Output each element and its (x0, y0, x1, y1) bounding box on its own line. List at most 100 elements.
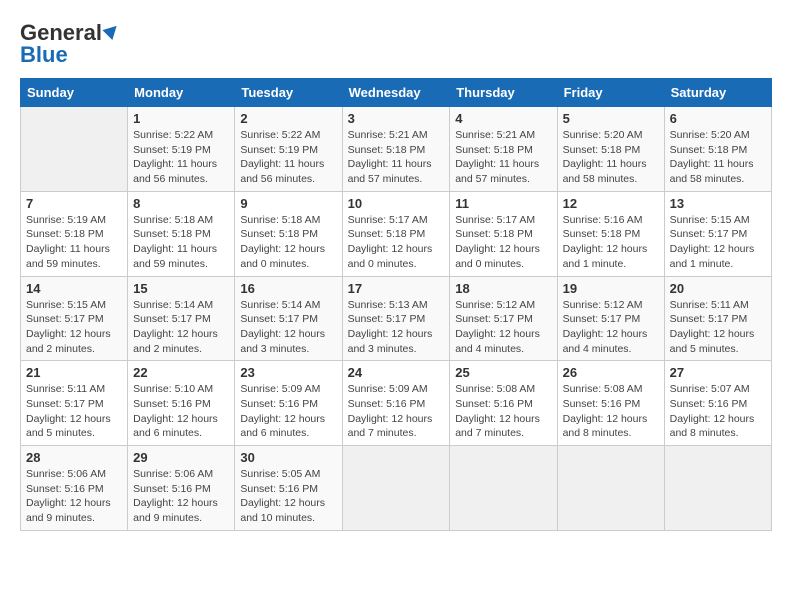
day-info: Sunrise: 5:11 AMSunset: 5:17 PMDaylight:… (670, 298, 766, 357)
day-number: 28 (26, 450, 122, 465)
day-number: 5 (563, 111, 659, 126)
calendar-cell: 22 Sunrise: 5:10 AMSunset: 5:16 PMDayligh… (128, 361, 235, 446)
calendar-cell: 26 Sunrise: 5:08 AMSunset: 5:16 PMDayligh… (557, 361, 664, 446)
calendar-cell: 16 Sunrise: 5:14 AMSunset: 5:17 PMDayligh… (235, 276, 342, 361)
column-header-wednesday: Wednesday (342, 79, 450, 107)
day-info: Sunrise: 5:09 AMSunset: 5:16 PMDaylight:… (348, 382, 445, 441)
calendar-cell: 29 Sunrise: 5:06 AMSunset: 5:16 PMDayligh… (128, 446, 235, 531)
logo: General Blue (20, 20, 119, 68)
day-number: 1 (133, 111, 229, 126)
day-number: 29 (133, 450, 229, 465)
day-number: 17 (348, 281, 445, 296)
day-info: Sunrise: 5:08 AMSunset: 5:16 PMDaylight:… (455, 382, 551, 441)
day-info: Sunrise: 5:15 AMSunset: 5:17 PMDaylight:… (26, 298, 122, 357)
calendar-cell: 11 Sunrise: 5:17 AMSunset: 5:18 PMDayligh… (450, 191, 557, 276)
day-number: 24 (348, 365, 445, 380)
day-info: Sunrise: 5:19 AMSunset: 5:18 PMDaylight:… (26, 213, 122, 272)
day-info: Sunrise: 5:21 AMSunset: 5:18 PMDaylight:… (348, 128, 445, 187)
calendar-cell: 18 Sunrise: 5:12 AMSunset: 5:17 PMDayligh… (450, 276, 557, 361)
day-info: Sunrise: 5:20 AMSunset: 5:18 PMDaylight:… (670, 128, 766, 187)
calendar-cell: 27 Sunrise: 5:07 AMSunset: 5:16 PMDayligh… (664, 361, 771, 446)
day-number: 7 (26, 196, 122, 211)
day-info: Sunrise: 5:18 AMSunset: 5:18 PMDaylight:… (240, 213, 336, 272)
calendar-cell: 2 Sunrise: 5:22 AMSunset: 5:19 PMDaylight… (235, 107, 342, 192)
calendar-cell: 17 Sunrise: 5:13 AMSunset: 5:17 PMDayligh… (342, 276, 450, 361)
calendar-week-1: 1 Sunrise: 5:22 AMSunset: 5:19 PMDaylight… (21, 107, 772, 192)
day-number: 27 (670, 365, 766, 380)
day-info: Sunrise: 5:20 AMSunset: 5:18 PMDaylight:… (563, 128, 659, 187)
calendar-cell: 21Sunrise: 5:11 AMSunset: 5:17 PMDayligh… (21, 361, 128, 446)
day-info: Sunrise: 5:14 AMSunset: 5:17 PMDaylight:… (133, 298, 229, 357)
day-number: 21 (26, 365, 122, 380)
day-info: Sunrise: 5:14 AMSunset: 5:17 PMDaylight:… (240, 298, 336, 357)
logo-icon (102, 20, 121, 39)
calendar-cell: 19Sunrise: 5:12 AMSunset: 5:17 PMDayligh… (557, 276, 664, 361)
day-number: 26 (563, 365, 659, 380)
day-info: Sunrise: 5:18 AMSunset: 5:18 PMDaylight:… (133, 213, 229, 272)
day-number: 20 (670, 281, 766, 296)
day-number: 13 (670, 196, 766, 211)
day-info: Sunrise: 5:13 AMSunset: 5:17 PMDaylight:… (348, 298, 445, 357)
day-info: Sunrise: 5:22 AMSunset: 5:19 PMDaylight:… (240, 128, 336, 187)
calendar-cell: 12 Sunrise: 5:16 AMSunset: 5:18 PMDayligh… (557, 191, 664, 276)
day-info: Sunrise: 5:22 AMSunset: 5:19 PMDaylight:… (133, 128, 229, 187)
calendar-cell: 10Sunrise: 5:17 AMSunset: 5:18 PMDayligh… (342, 191, 450, 276)
calendar-cell: 7 Sunrise: 5:19 AMSunset: 5:18 PMDaylight… (21, 191, 128, 276)
day-info: Sunrise: 5:15 AMSunset: 5:17 PMDaylight:… (670, 213, 766, 272)
day-number: 3 (348, 111, 445, 126)
day-number: 9 (240, 196, 336, 211)
day-info: Sunrise: 5:06 AMSunset: 5:16 PMDaylight:… (133, 467, 229, 526)
calendar-cell (450, 446, 557, 531)
calendar-cell: 8 Sunrise: 5:18 AMSunset: 5:18 PMDaylight… (128, 191, 235, 276)
day-number: 25 (455, 365, 551, 380)
day-number: 22 (133, 365, 229, 380)
page-header: General Blue (20, 20, 772, 68)
day-number: 15 (133, 281, 229, 296)
day-info: Sunrise: 5:07 AMSunset: 5:16 PMDaylight:… (670, 382, 766, 441)
calendar-cell: 30 Sunrise: 5:05 AMSunset: 5:16 PMDayligh… (235, 446, 342, 531)
column-header-saturday: Saturday (664, 79, 771, 107)
calendar-cell: 14 Sunrise: 5:15 AMSunset: 5:17 PMDayligh… (21, 276, 128, 361)
day-number: 8 (133, 196, 229, 211)
day-number: 4 (455, 111, 551, 126)
day-number: 6 (670, 111, 766, 126)
day-info: Sunrise: 5:06 AMSunset: 5:16 PMDaylight:… (26, 467, 122, 526)
calendar-cell (342, 446, 450, 531)
day-info: Sunrise: 5:12 AMSunset: 5:17 PMDaylight:… (563, 298, 659, 357)
calendar-header-row: SundayMondayTuesdayWednesdayThursdayFrid… (21, 79, 772, 107)
day-number: 12 (563, 196, 659, 211)
calendar-cell: 23 Sunrise: 5:09 AMSunset: 5:16 PMDayligh… (235, 361, 342, 446)
column-header-sunday: Sunday (21, 79, 128, 107)
calendar-cell: 5 Sunrise: 5:20 AMSunset: 5:18 PMDaylight… (557, 107, 664, 192)
calendar-cell: 13 Sunrise: 5:15 AMSunset: 5:17 PMDayligh… (664, 191, 771, 276)
calendar-cell: 4 Sunrise: 5:21 AMSunset: 5:18 PMDaylight… (450, 107, 557, 192)
day-number: 10 (348, 196, 445, 211)
calendar-cell: 20 Sunrise: 5:11 AMSunset: 5:17 PMDayligh… (664, 276, 771, 361)
calendar-cell: 3 Sunrise: 5:21 AMSunset: 5:18 PMDaylight… (342, 107, 450, 192)
calendar-cell (21, 107, 128, 192)
column-header-friday: Friday (557, 79, 664, 107)
calendar-week-5: 28 Sunrise: 5:06 AMSunset: 5:16 PMDayligh… (21, 446, 772, 531)
calendar-cell (557, 446, 664, 531)
calendar-cell: 15 Sunrise: 5:14 AMSunset: 5:17 PMDayligh… (128, 276, 235, 361)
column-header-monday: Monday (128, 79, 235, 107)
day-number: 11 (455, 196, 551, 211)
calendar-cell: 24 Sunrise: 5:09 AMSunset: 5:16 PMDayligh… (342, 361, 450, 446)
day-info: Sunrise: 5:05 AMSunset: 5:16 PMDaylight:… (240, 467, 336, 526)
column-header-tuesday: Tuesday (235, 79, 342, 107)
day-number: 23 (240, 365, 336, 380)
day-info: Sunrise: 5:21 AMSunset: 5:18 PMDaylight:… (455, 128, 551, 187)
calendar-cell (664, 446, 771, 531)
day-number: 16 (240, 281, 336, 296)
day-info: Sunrise: 5:17 AMSunset: 5:18 PMDaylight:… (455, 213, 551, 272)
day-info: Sunrise: 5:10 AMSunset: 5:16 PMDaylight:… (133, 382, 229, 441)
calendar-table: SundayMondayTuesdayWednesdayThursdayFrid… (20, 78, 772, 531)
day-info: Sunrise: 5:16 AMSunset: 5:18 PMDaylight:… (563, 213, 659, 272)
day-number: 14 (26, 281, 122, 296)
day-info: Sunrise: 5:08 AMSunset: 5:16 PMDaylight:… (563, 382, 659, 441)
day-info: Sunrise: 5:09 AMSunset: 5:16 PMDaylight:… (240, 382, 336, 441)
day-number: 2 (240, 111, 336, 126)
day-number: 18 (455, 281, 551, 296)
day-info: Sunrise: 5:12 AMSunset: 5:17 PMDaylight:… (455, 298, 551, 357)
day-number: 30 (240, 450, 336, 465)
